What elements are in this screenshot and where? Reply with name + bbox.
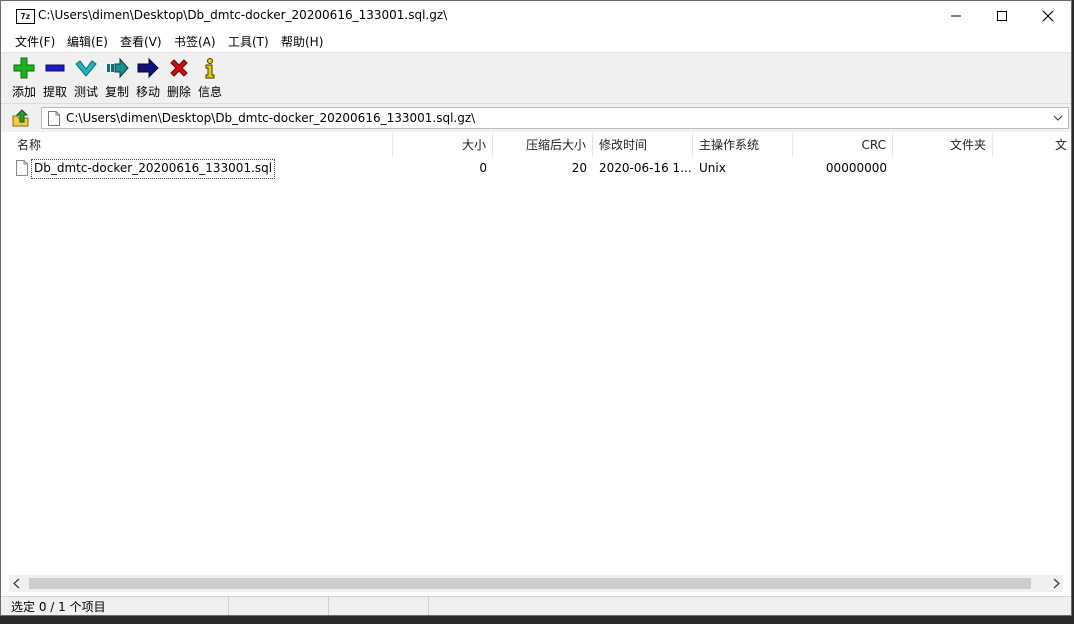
status-segment-2: [229, 597, 329, 615]
extract-label: 提取: [42, 85, 67, 99]
maximize-icon: [997, 11, 1007, 21]
delete-label: 删除: [166, 85, 191, 99]
add-label: 添加: [11, 85, 36, 99]
table-row[interactable]: Db_dmtc-docker_20200616_133001.sql 0 20 …: [1, 158, 1071, 179]
delete-icon: [170, 59, 188, 77]
test-label: 测试: [73, 85, 98, 99]
file-size: 0: [479, 161, 487, 175]
minimize-icon: [951, 15, 961, 17]
add-icon: [13, 57, 35, 79]
move-label: 移动: [135, 85, 160, 99]
menu-tools[interactable]: 工具(T): [228, 33, 269, 50]
maximize-button[interactable]: [979, 1, 1025, 31]
scrollbar-thumb[interactable]: [29, 578, 1031, 589]
delete-button[interactable]: 删除: [164, 56, 194, 100]
column-header-host-os[interactable]: 主操作系统: [693, 133, 793, 157]
up-folder-button[interactable]: [10, 108, 34, 128]
file-folder: [893, 158, 993, 178]
menu-edit[interactable]: 编辑(E): [67, 33, 108, 50]
menu-file[interactable]: 文件(F): [15, 33, 55, 50]
column-header-folders[interactable]: 文件夹: [893, 133, 993, 157]
menu-bookmarks[interactable]: 书签(A): [174, 33, 216, 50]
file-modified: 2020-06-16 1...: [599, 161, 692, 175]
copy-icon: [107, 57, 129, 79]
info-button[interactable]: 信息: [195, 56, 225, 100]
file-host-os: Unix: [699, 161, 726, 175]
file-icon: [16, 160, 28, 176]
main-window: 7z C:\Users\dimen\Desktop\Db_dmtc-docker…: [0, 0, 1072, 616]
move-button[interactable]: 移动: [133, 56, 163, 100]
copy-label: 复制: [104, 85, 129, 99]
column-header-name[interactable]: 名称: [11, 133, 393, 157]
status-segment-3: [329, 597, 429, 615]
info-icon: [205, 58, 215, 79]
horizontal-scrollbar[interactable]: [9, 575, 1063, 592]
window-title: C:\Users\dimen\Desktop\Db_dmtc-docker_20…: [38, 8, 448, 22]
file-packed-size: 20: [571, 161, 587, 175]
toolbar: 添加 提取 测试 复制 移动 删除 信息: [1, 53, 1071, 104]
column-header-packed-size[interactable]: 压缩后大小: [493, 133, 593, 157]
extract-button[interactable]: 提取: [40, 56, 70, 100]
chevron-right-icon[interactable]: [1051, 578, 1061, 589]
column-header-modified[interactable]: 修改时间: [593, 133, 693, 157]
menu-help[interactable]: 帮助(H): [281, 33, 323, 50]
minimize-button[interactable]: [933, 1, 979, 31]
close-button[interactable]: [1025, 1, 1071, 31]
chevron-down-icon[interactable]: [1052, 112, 1064, 124]
copy-button[interactable]: 复制: [102, 56, 132, 100]
app-7z-icon: 7z: [16, 9, 35, 24]
file-name: Db_dmtc-docker_20200616_133001.sql: [31, 159, 276, 179]
add-button[interactable]: 添加: [9, 56, 39, 100]
address-path: C:\Users\dimen\Desktop\Db_dmtc-docker_20…: [66, 111, 476, 125]
up-folder-icon: [12, 109, 29, 127]
list-header: 名称 大小 压缩后大小 修改时间 主操作系统 CRC 文件夹 文: [1, 133, 1071, 157]
close-icon: [1042, 10, 1054, 22]
column-header-files[interactable]: 文: [993, 133, 1071, 157]
status-bar: 选定 0 / 1 个项目: [1, 596, 1071, 615]
test-button[interactable]: 测试: [71, 56, 101, 100]
column-header-size[interactable]: 大小: [393, 133, 493, 157]
test-icon: [75, 60, 97, 77]
info-label: 信息: [197, 85, 222, 99]
address-input[interactable]: C:\Users\dimen\Desktop\Db_dmtc-docker_20…: [41, 107, 1069, 129]
file-icon: [48, 111, 60, 126]
address-bar: C:\Users\dimen\Desktop\Db_dmtc-docker_20…: [1, 104, 1071, 132]
menu-view[interactable]: 查看(V): [120, 33, 162, 50]
status-selection: 选定 0 / 1 个项目: [1, 597, 229, 615]
move-icon: [137, 57, 159, 79]
column-header-crc[interactable]: CRC: [793, 133, 893, 157]
menu-bar: 文件(F) 编辑(E) 查看(V) 书签(A) 工具(T) 帮助(H): [1, 31, 1071, 53]
file-crc: 00000000: [825, 161, 887, 175]
chevron-left-icon[interactable]: [12, 578, 22, 589]
title-bar[interactable]: 7z C:\Users\dimen\Desktop\Db_dmtc-docker…: [1, 1, 1071, 31]
extract-icon: [45, 64, 65, 72]
